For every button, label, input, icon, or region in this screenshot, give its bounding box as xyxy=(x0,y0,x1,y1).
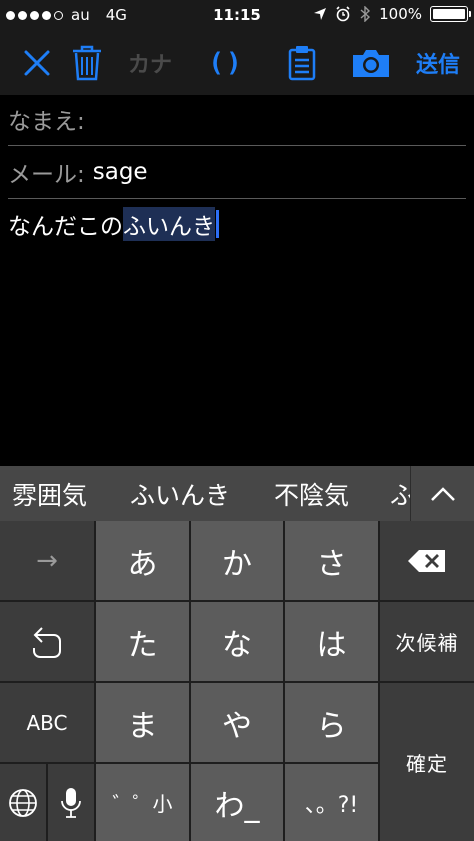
globe-icon xyxy=(9,788,37,817)
dakuten-key[interactable]: ゛゜小 xyxy=(96,764,189,841)
key-na[interactable]: な xyxy=(191,602,283,681)
message-body-input[interactable]: なんだこの ふいんき xyxy=(8,207,219,241)
battery-percent: 100% xyxy=(379,5,422,23)
clipboard-icon xyxy=(288,45,316,80)
body-marked-text: ふいんき xyxy=(123,207,215,241)
key-ra[interactable]: ら xyxy=(285,683,378,762)
key-ma[interactable]: ま xyxy=(96,683,189,762)
battery-icon xyxy=(430,6,471,22)
key-ya[interactable]: や xyxy=(191,683,283,762)
divider xyxy=(8,145,466,146)
globe-key[interactable] xyxy=(0,764,46,841)
trash-button[interactable] xyxy=(63,30,111,95)
location-icon xyxy=(314,8,327,20)
trash-icon xyxy=(73,45,101,80)
text-caret xyxy=(216,210,219,238)
clipboard-button[interactable] xyxy=(278,30,326,95)
mail-label: メール: xyxy=(8,162,85,188)
key-ta[interactable]: た xyxy=(96,602,189,681)
divider xyxy=(8,198,466,199)
mic-icon xyxy=(61,787,81,818)
name-label: なまえ: xyxy=(8,109,85,135)
compose-toolbar: カナ () 送信 xyxy=(0,30,474,95)
status-bar: au 4G 11:15 100% xyxy=(0,0,474,30)
close-button[interactable] xyxy=(12,30,62,95)
punctuation-key[interactable]: 、。?! xyxy=(285,764,378,841)
candidate-item[interactable]: ふいんき xyxy=(130,466,230,521)
candidate-bar: 雰囲気 ふいんき 不陰気 ふ xyxy=(0,466,474,521)
undo-icon xyxy=(33,626,61,658)
mail-field[interactable]: メール: sage xyxy=(8,148,148,196)
backspace-icon xyxy=(408,549,445,572)
backspace-key[interactable] xyxy=(380,521,474,600)
camera-button[interactable] xyxy=(346,30,396,95)
confirm-key[interactable]: 確定 xyxy=(380,683,474,841)
candidate-item[interactable]: 不陰気 xyxy=(274,466,349,521)
candidate-item[interactable]: 雰囲気 xyxy=(12,466,87,521)
arrow-right-key[interactable]: → xyxy=(0,521,94,600)
mail-value[interactable]: sage xyxy=(93,159,148,185)
key-ka[interactable]: か xyxy=(191,521,283,600)
send-button[interactable]: 送信 xyxy=(406,30,470,95)
undo-key[interactable] xyxy=(0,602,94,681)
next-candidate-key[interactable]: 次候補 xyxy=(380,602,474,681)
key-ha[interactable]: は xyxy=(285,602,378,681)
key-sa[interactable]: さ xyxy=(285,521,378,600)
abc-key[interactable]: ABC xyxy=(0,683,94,762)
status-right: 100% xyxy=(313,5,471,23)
expand-candidates-button[interactable] xyxy=(410,466,474,521)
name-field[interactable]: なまえ: xyxy=(8,95,93,143)
kana-button[interactable]: カナ xyxy=(125,30,175,95)
alarm-icon xyxy=(336,6,350,22)
japanese-flick-keyboard: → あ か さ た な は 次候補 ABC ま や ら 確定 ゛゜小 わ_ 、。… xyxy=(0,521,474,841)
camera-icon xyxy=(353,49,389,77)
bluetooth-icon xyxy=(360,6,371,22)
key-wa[interactable]: わ_ xyxy=(191,764,283,841)
microphone-key[interactable] xyxy=(48,764,94,841)
close-icon xyxy=(24,50,50,75)
key-a[interactable]: あ xyxy=(96,521,189,600)
body-committed-text: なんだこの xyxy=(8,214,123,240)
chevron-up-icon xyxy=(431,486,455,501)
parenthesis-button[interactable]: () xyxy=(198,30,254,95)
